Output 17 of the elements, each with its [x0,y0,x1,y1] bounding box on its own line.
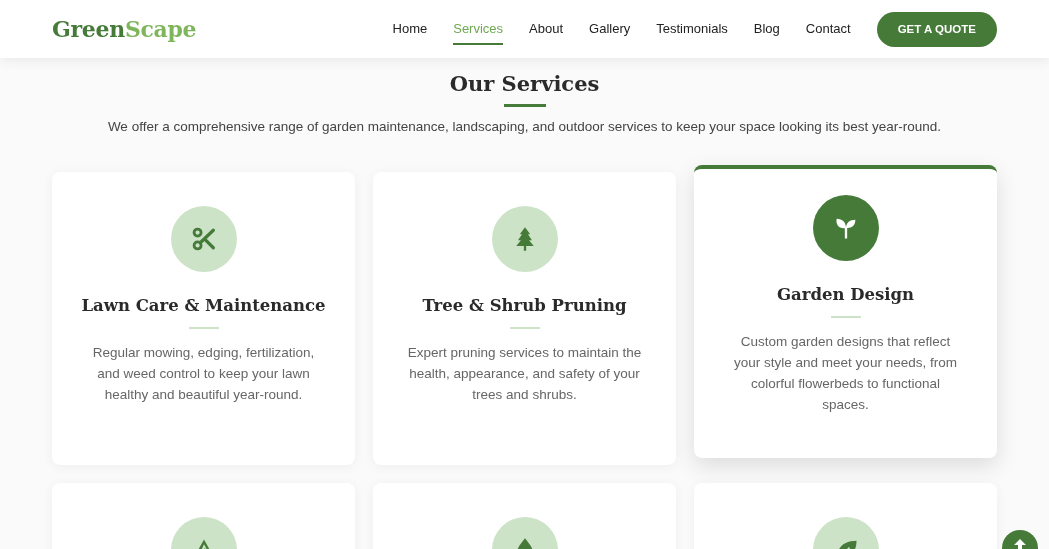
nav-link[interactable]: About [529,13,564,45]
card-title: Garden Design [775,285,916,304]
card-description: Expert pruning services to maintain the health, appearance, and safety of your trees and shrubs. [406,344,643,404]
card-title: Tree & Shrub Pruning [421,296,628,315]
nav-link[interactable]: Contact [805,13,851,45]
get-quote-button[interactable]: GET A QUOTE [876,11,997,47]
card-title: Lawn Care & Maintenance [80,296,327,315]
section-title: Our Services [449,71,600,96]
card-description: Regular mowing, edging, fertilization, and weed control to keep your lawn healthy and beautiful year-round. [91,344,316,404]
section-subtitle: We offer a comprehensive range of garden maintenance, landscaping, and outdoor services to keep your space looking its best year-round. [106,119,943,134]
logo[interactable]: GreenScape [52,16,197,42]
card-description: Custom garden designs that reflect your style and meet your needs, from colorful flowerbeds to functional spaces. [733,333,958,414]
up-arrow-icon [1013,538,1027,549]
nav-link[interactable]: Testimonials [656,13,728,45]
nav-link[interactable]: Home [392,13,428,45]
nav-link[interactable]: Gallery [589,13,631,45]
nav-link[interactable]: Blog [753,13,780,45]
